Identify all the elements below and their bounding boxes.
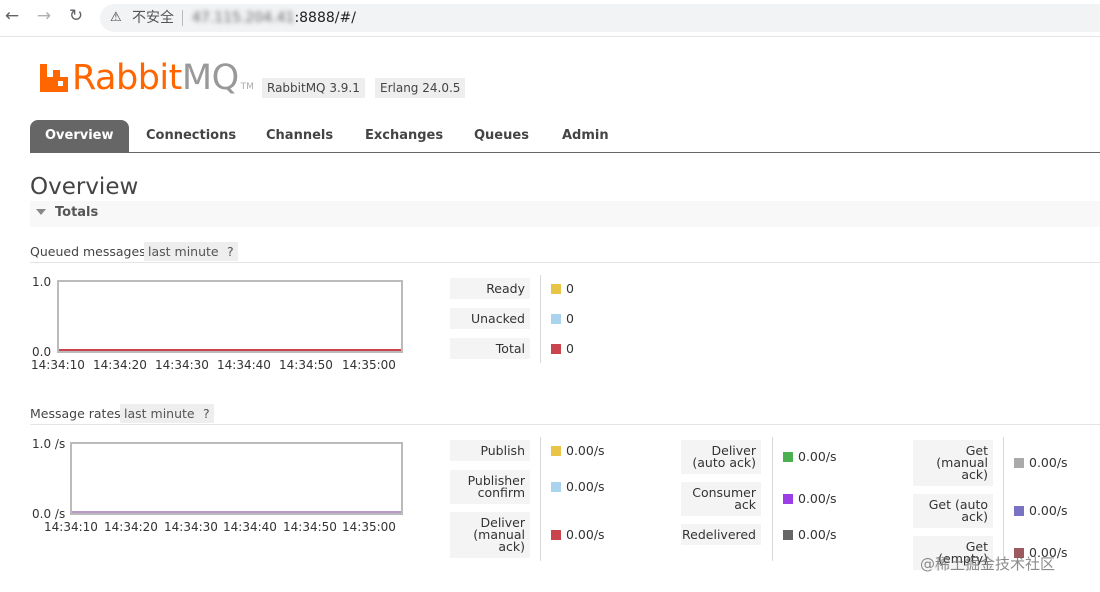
tab-connections[interactable]: Connections bbox=[146, 120, 236, 152]
page-title: Overview bbox=[30, 174, 139, 200]
y-axis-min-label: 0.0 /s bbox=[32, 507, 66, 521]
reload-icon[interactable]: ↻ bbox=[64, 4, 88, 28]
queued-messages-label: Queued messages bbox=[30, 244, 146, 259]
logo-trademark: TM bbox=[240, 82, 254, 92]
legend-label-deliver-manual-ack: Deliver (manual ack) bbox=[450, 512, 530, 558]
legend-divider bbox=[540, 437, 541, 561]
x-tick-label: 14:34:50 bbox=[283, 520, 337, 534]
queued-messages-chart: 1.0 0.0 14:34:10 14:34:20 14:34:30 14:34… bbox=[30, 275, 410, 375]
tab-queues[interactable]: Queues bbox=[474, 120, 529, 152]
totals-section-toggle[interactable]: Totals bbox=[30, 201, 1100, 227]
insecure-label: 不安全 bbox=[132, 10, 174, 26]
url-redacted-host: 47.115.204.41 bbox=[192, 10, 295, 26]
rates-range-selector[interactable]: last minute bbox=[120, 404, 199, 423]
queued-messages-header: Queued messages last minute ? bbox=[30, 242, 1100, 263]
rabbitmq-logo-icon bbox=[40, 64, 68, 92]
y-axis-min-label: 0.0 bbox=[32, 345, 52, 359]
queued-help-button[interactable]: ? bbox=[223, 242, 238, 261]
tab-exchanges[interactable]: Exchanges bbox=[365, 120, 443, 152]
tab-channels[interactable]: Channels bbox=[266, 120, 333, 152]
tab-admin[interactable]: Admin bbox=[562, 120, 609, 152]
publisher-confirm-swatch bbox=[551, 482, 561, 492]
unacked-swatch bbox=[551, 314, 561, 324]
legend-divider bbox=[540, 275, 541, 363]
legend-divider bbox=[772, 437, 773, 561]
legend-label-unacked: Unacked bbox=[450, 308, 530, 329]
publish-value: 0.00/s bbox=[566, 443, 605, 458]
x-tick-label: 14:34:20 bbox=[104, 520, 158, 534]
x-tick-label: 14:34:30 bbox=[164, 520, 218, 534]
url-text: 47.115.204.41:8888/#/ bbox=[192, 4, 356, 32]
legend-label-redelivered: Redelivered bbox=[681, 524, 761, 545]
legend-label-deliver-auto-ack: Deliver (auto ack) bbox=[681, 440, 761, 474]
redelivered-swatch bbox=[783, 530, 793, 540]
rates-help-button[interactable]: ? bbox=[199, 404, 214, 423]
logo-text-grey: MQ bbox=[181, 58, 239, 98]
x-tick-label: 14:35:00 bbox=[342, 520, 396, 534]
forward-arrow-icon[interactable]: → bbox=[32, 4, 56, 28]
rabbitmq-version-badge: RabbitMQ 3.9.1 bbox=[262, 78, 365, 98]
message-rates-label: Message rates bbox=[30, 406, 121, 421]
redelivered-value: 0.00/s bbox=[798, 527, 837, 542]
totals-section-label: Totals bbox=[55, 205, 99, 220]
consumer-ack-swatch bbox=[783, 494, 793, 504]
collapse-triangle-icon bbox=[36, 209, 46, 215]
x-tick-label: 14:34:20 bbox=[93, 358, 147, 372]
legend-label-get-manual-ack: Get (manual ack) bbox=[913, 440, 993, 486]
deliver-manual-ack-value: 0.00/s bbox=[566, 527, 605, 542]
watermark-text: @稀土掘金技术社区 bbox=[920, 555, 1056, 573]
legend-divider bbox=[1003, 437, 1004, 561]
back-arrow-icon[interactable]: ← bbox=[0, 4, 24, 28]
y-axis-max-label: 1.0 /s bbox=[32, 437, 66, 451]
get-manual-ack-swatch bbox=[1014, 458, 1024, 468]
rates-series-line bbox=[72, 511, 401, 513]
x-tick-label: 14:35:00 bbox=[342, 358, 396, 372]
deliver-manual-ack-swatch bbox=[551, 530, 561, 540]
x-tick-label: 14:34:10 bbox=[31, 358, 85, 372]
publish-swatch bbox=[551, 446, 561, 456]
address-separator bbox=[182, 10, 183, 26]
legend-label-publish: Publish bbox=[450, 440, 530, 461]
message-rates-chart: 1.0 /s 0.0 /s 14:34:10 14:34:20 14:34:30… bbox=[30, 437, 410, 537]
consumer-ack-value: 0.00/s bbox=[798, 491, 837, 506]
total-series-line bbox=[59, 349, 401, 351]
total-value: 0 bbox=[566, 341, 574, 356]
tab-overview[interactable]: Overview bbox=[30, 120, 129, 152]
ready-value: 0 bbox=[566, 281, 574, 296]
queued-range-selector[interactable]: last minute bbox=[144, 242, 223, 261]
logo-text-orange: Rabbit bbox=[72, 58, 182, 98]
main-nav-tabs: Overview Connections Channels Exchanges … bbox=[30, 120, 1100, 153]
logo-wordmark: RabbitMQ TM bbox=[72, 56, 254, 109]
browser-toolbar: ← → ↻ ⚠ 不安全 47.115.204.41:8888/#/ bbox=[0, 0, 1100, 37]
x-tick-label: 14:34:50 bbox=[279, 358, 333, 372]
message-rates-header: Message rates last minute ? bbox=[30, 404, 1100, 425]
publisher-confirm-value: 0.00/s bbox=[566, 479, 605, 494]
address-bar[interactable]: ⚠ 不安全 47.115.204.41:8888/#/ bbox=[100, 4, 1100, 32]
chart-plot-area bbox=[70, 442, 403, 515]
get-manual-ack-value: 0.00/s bbox=[1029, 455, 1068, 470]
erlang-version-badge: Erlang 24.0.5 bbox=[375, 78, 466, 98]
x-tick-label: 14:34:30 bbox=[155, 358, 209, 372]
get-auto-ack-swatch bbox=[1014, 506, 1024, 516]
legend-label-ready: Ready bbox=[450, 278, 530, 299]
legend-label-publisher-confirm: Publisher confirm bbox=[450, 470, 530, 504]
x-tick-label: 14:34:10 bbox=[44, 520, 98, 534]
url-port-path: :8888/#/ bbox=[294, 10, 356, 26]
legend-label-consumer-ack: Consumer ack bbox=[681, 482, 761, 516]
ready-swatch bbox=[551, 284, 561, 294]
deliver-auto-ack-swatch bbox=[783, 452, 793, 462]
legend-label-total: Total bbox=[450, 338, 530, 359]
x-tick-label: 14:34:40 bbox=[223, 520, 277, 534]
total-swatch bbox=[551, 344, 561, 354]
deliver-auto-ack-value: 0.00/s bbox=[798, 449, 837, 464]
warning-icon: ⚠ bbox=[110, 10, 122, 25]
x-tick-label: 14:34:40 bbox=[217, 358, 271, 372]
chart-plot-area bbox=[57, 280, 403, 353]
y-axis-max-label: 1.0 bbox=[32, 275, 52, 289]
get-auto-ack-value: 0.00/s bbox=[1029, 503, 1068, 518]
legend-label-get-auto-ack: Get (auto ack) bbox=[913, 494, 993, 528]
unacked-value: 0 bbox=[566, 311, 574, 326]
